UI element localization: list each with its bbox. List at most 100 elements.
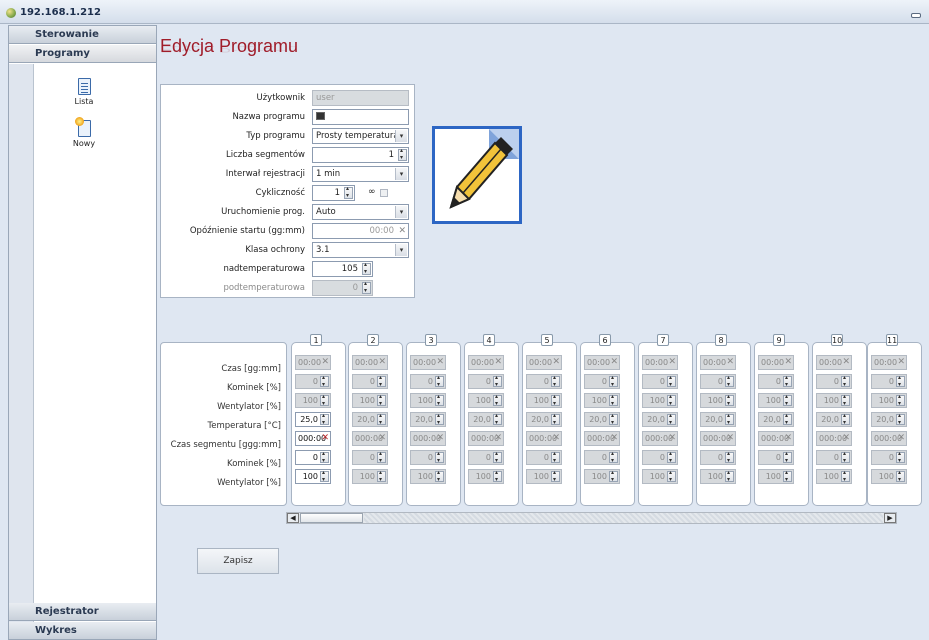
segment-cell: 0: [758, 450, 794, 465]
nav-item-lista[interactable]: Lista: [64, 78, 104, 106]
dropdown-arrow-icon: ▾: [395, 206, 407, 218]
keyboard-icon: [316, 112, 325, 120]
cell-value: 0: [833, 453, 839, 462]
over-temperature-stepper[interactable]: 105: [312, 261, 373, 277]
scroll-track[interactable]: [364, 513, 883, 523]
program-settings-form: Użytkownik user Nazwa programu Typ progr…: [160, 84, 415, 298]
cell-value: 100: [649, 396, 665, 405]
programs-panel: Lista Nowy: [9, 64, 156, 631]
clear-icon: ✕: [842, 357, 850, 367]
infinity-checkbox[interactable]: [380, 189, 388, 197]
segment-cell: 0: [816, 450, 852, 465]
segment-cell: 20,0: [352, 412, 388, 427]
user-value: user: [316, 93, 335, 103]
globe-icon: [6, 8, 16, 18]
segment-cell[interactable]: 000:00 ✕: [295, 431, 331, 446]
nav-item-label: Lista: [74, 97, 94, 106]
cell-value: 0: [427, 377, 433, 386]
spin-icon: [320, 374, 329, 388]
clear-icon[interactable]: ✕: [321, 433, 329, 443]
clear-icon: ✕: [494, 433, 502, 443]
nav-section-programy[interactable]: Programy: [9, 45, 156, 63]
cell-value: 0: [369, 377, 375, 386]
segment-cell: 00:00 ✕: [295, 355, 331, 370]
program-name-label: Nazwa programu: [232, 112, 305, 122]
segment-number: 3: [425, 334, 437, 346]
cell-value: 25,0: [300, 415, 318, 424]
scroll-left-icon[interactable]: ◀: [287, 513, 299, 523]
cell-value: 20,0: [763, 415, 781, 424]
program-name-input[interactable]: [312, 109, 409, 125]
protection-class-select[interactable]: 3.1 ▾: [312, 242, 409, 258]
clear-icon: ✕: [897, 433, 905, 443]
nav-section-sterowanie[interactable]: Sterowanie: [9, 26, 156, 44]
clear-icon: ✕: [610, 433, 618, 443]
segment-cell[interactable]: 100: [295, 469, 331, 484]
cell-value: 100: [823, 396, 839, 405]
segment-cell: 100: [816, 393, 852, 408]
segment-row-labels: Czas [gg:mm] Kominek [%] Wentylator [%] …: [160, 342, 287, 506]
spin-icon: [609, 450, 618, 464]
segments-count-value: 1: [388, 150, 394, 160]
start-mode-select[interactable]: Auto ▾: [312, 204, 409, 220]
nav-section-wykres[interactable]: Wykres: [9, 622, 156, 640]
spin-icon[interactable]: [344, 185, 353, 199]
segment-cell: 20,0: [584, 412, 620, 427]
program-type-select[interactable]: Prosty temperatura ▾: [312, 128, 409, 144]
segment-cell[interactable]: 0: [295, 450, 331, 465]
cell-value: 100: [591, 396, 607, 405]
interval-select[interactable]: 1 min ▾: [312, 166, 409, 182]
clear-icon: ✕: [321, 357, 329, 367]
cell-value: 00:00: [413, 358, 437, 367]
cyclic-stepper[interactable]: 1: [312, 185, 355, 201]
segment-cell: 00:00 ✕: [700, 355, 736, 370]
spin-icon[interactable]: [320, 450, 329, 464]
cell-value: 0: [427, 453, 433, 462]
minimize-button[interactable]: [911, 13, 921, 18]
segment-number: 6: [599, 334, 611, 346]
spin-icon: [725, 469, 734, 483]
spin-icon: [609, 393, 618, 407]
spin-icon[interactable]: [362, 261, 371, 275]
segment-cell: 00:00 ✕: [758, 355, 794, 370]
segment-cell: 0: [352, 374, 388, 389]
spin-icon: [377, 450, 386, 464]
save-button[interactable]: Zapisz: [197, 548, 279, 574]
clear-icon[interactable]: ✕: [398, 226, 406, 236]
cell-value: 20,0: [357, 415, 375, 424]
over-temperature-label: nadtemperaturowa: [223, 264, 305, 274]
cell-value: 0: [659, 453, 665, 462]
nav-item-nowy[interactable]: Nowy: [64, 117, 104, 148]
spin-icon: [377, 393, 386, 407]
spin-icon[interactable]: [398, 147, 407, 161]
spin-icon[interactable]: [320, 469, 329, 483]
segments-count-stepper[interactable]: 1: [312, 147, 409, 163]
segment-cell: 20,0: [816, 412, 852, 427]
cell-value: 20,0: [473, 415, 491, 424]
clear-icon: ✕: [668, 433, 676, 443]
segment-cell: 100: [468, 469, 504, 484]
scroll-right-icon[interactable]: ▶: [884, 513, 896, 523]
spin-icon: [609, 469, 618, 483]
segment-cell: 000:00 ✕: [700, 431, 736, 446]
clear-icon: ✕: [784, 357, 792, 367]
spin-icon: [493, 393, 502, 407]
spin-icon: [783, 469, 792, 483]
spin-icon: [493, 374, 502, 388]
panel-side-strip: [9, 64, 34, 631]
spin-icon: [435, 374, 444, 388]
clear-icon: ✕: [784, 433, 792, 443]
segment-cell: 0: [642, 450, 678, 465]
spin-icon[interactable]: [320, 412, 329, 426]
start-delay-input[interactable]: 00:00 ✕: [312, 223, 409, 239]
under-temperature-label: podtemperaturowa: [223, 283, 305, 293]
nav-section-rejestrator[interactable]: Rejestrator: [9, 603, 156, 621]
segment-cell[interactable]: 25,0: [295, 412, 331, 427]
segment-cell: 100: [758, 469, 794, 484]
scroll-thumb[interactable]: [300, 513, 363, 523]
segment-cell: 20,0: [700, 412, 736, 427]
segment-cell: 100: [352, 469, 388, 484]
segment-number: 10: [831, 334, 843, 346]
horizontal-scrollbar[interactable]: ◀ ▶: [286, 512, 897, 524]
segment-cell: 100: [526, 393, 562, 408]
